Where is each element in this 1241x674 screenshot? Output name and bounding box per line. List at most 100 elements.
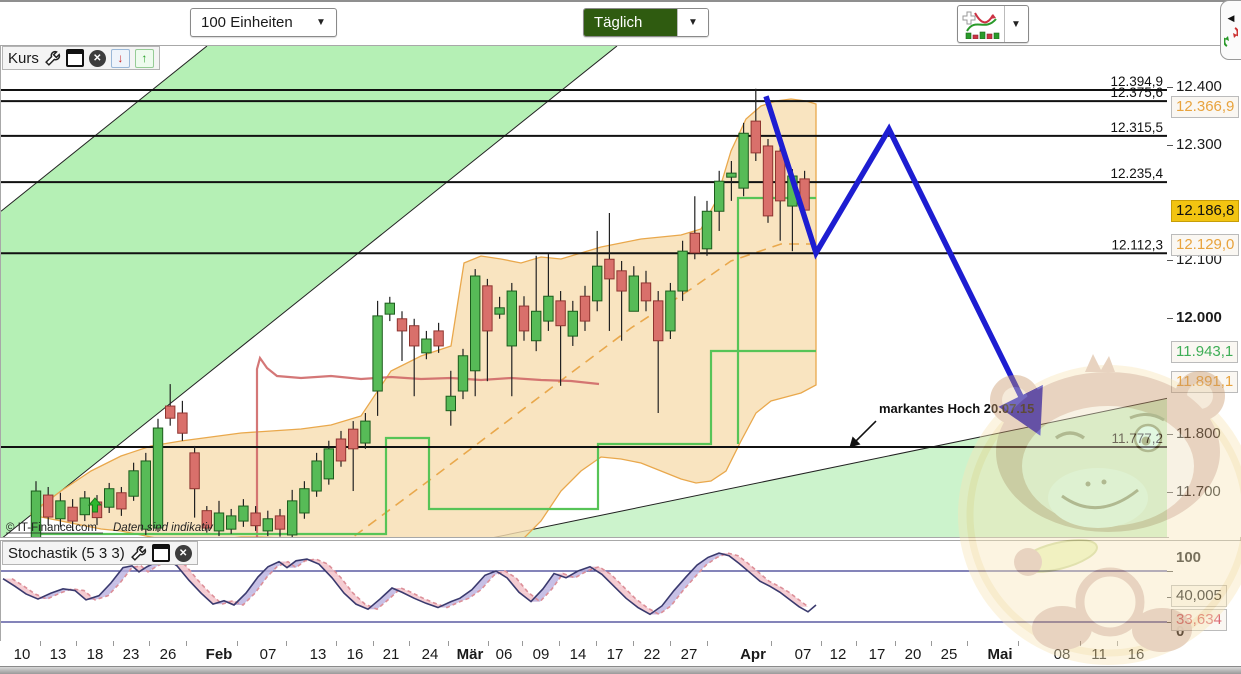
date-tick-label: 11 [1091, 646, 1107, 663]
wrench-icon[interactable] [130, 545, 147, 562]
chevron-down-icon: ▼ [1004, 6, 1027, 42]
close-icon[interactable]: ✕ [89, 50, 106, 67]
date-tick-label: Mai [987, 646, 1012, 663]
close-icon[interactable]: ✕ [175, 545, 192, 562]
axis-tick [771, 641, 772, 646]
date-tick-label: Mär [457, 646, 484, 663]
stoch-tick-label: 100 [1176, 549, 1201, 566]
price-badge: 12.129,0 [1171, 234, 1239, 256]
price-badge: 12.186,8 [1171, 200, 1239, 222]
axis-tick [448, 641, 449, 646]
axis-tick [1167, 492, 1173, 493]
stochastic-pane-title: Stochastik (5 3 3) [8, 545, 125, 562]
date-tick-label: 16 [347, 646, 364, 663]
date-tick-label: 24 [422, 646, 439, 663]
date-tick-label: 25 [941, 646, 958, 663]
period-dropdown-label: Täglich [584, 9, 677, 36]
axis-tick [113, 641, 114, 646]
date-tick-label: 08 [1054, 646, 1071, 663]
date-tick-label: 07 [795, 646, 812, 663]
refresh-arrows-icon [1224, 26, 1238, 48]
price-tick-label: 11.700 [1176, 483, 1221, 500]
chevron-left-icon: ◀ [1228, 13, 1235, 24]
sr-line-label: 12.235,4 [1110, 166, 1163, 181]
axis-tick [40, 641, 41, 646]
date-tick-label: 22 [644, 646, 661, 663]
date-tick-label: 07 [260, 646, 277, 663]
axis-tick [286, 641, 287, 646]
date-tick-label: Feb [206, 646, 233, 663]
axis-tick [76, 641, 77, 646]
collapse-panel-tab[interactable]: ◀ [1220, 0, 1241, 60]
axis-tick [1167, 87, 1173, 88]
chart-type-icon [958, 6, 1004, 42]
stoch-value-badge: 33,634 [1171, 609, 1227, 631]
window-top-edge [0, 0, 1241, 2]
candle [153, 419, 162, 532]
date-tick-label: 16 [1128, 646, 1145, 663]
date-tick-label: 10 [14, 646, 31, 663]
axis-tick [821, 641, 822, 646]
units-dropdown-label: 100 Einheiten [191, 9, 303, 36]
date-tick-label: 23 [123, 646, 140, 663]
axis-tick [237, 641, 238, 646]
axis-tick [707, 641, 708, 646]
price-badge: 12.366,9 [1171, 96, 1239, 118]
date-tick-label: 12 [830, 646, 847, 663]
axis-tick [522, 641, 523, 646]
date-tick-label: 26 [160, 646, 177, 663]
axis-tick [1018, 641, 1019, 646]
date-tick-label: 09 [533, 646, 550, 663]
candle [739, 123, 748, 196]
sr-line-label: 12.375,6 [1110, 85, 1163, 100]
price-axis: 12.40012.30012.10012.00011.80011.70012.3… [1167, 45, 1241, 537]
axis-tick [1167, 318, 1173, 319]
axis-tick [895, 641, 896, 646]
units-dropdown[interactable]: 100 Einheiten ▼ [190, 8, 337, 37]
date-axis: 1013182326Feb0713162124Mär060914172227Ap… [0, 641, 1241, 666]
sr-line-label: 12.315,5 [1110, 120, 1163, 135]
kurs-pane-header: Kurs ✕ ↓ ↑ [2, 46, 160, 70]
stochastic-axis: 100040,00533,634 [1167, 540, 1241, 641]
axis-tick [1167, 571, 1173, 572]
stoch-value-badge: 40,005 [1171, 585, 1227, 607]
window-icon[interactable] [152, 544, 170, 562]
chevron-down-icon: ▼ [677, 9, 708, 36]
kurs-chart-pane[interactable]: 12.394,912.375,612.315,512.235,412.112,3… [0, 45, 1169, 538]
wrench-icon[interactable] [44, 50, 61, 67]
move-up-icon[interactable]: ↑ [135, 49, 154, 68]
date-tick-label: 20 [905, 646, 922, 663]
copyright-label: © IT-Finance.com [6, 522, 97, 534]
axis-tick [1117, 641, 1118, 646]
price-badge: 11.891,1 [1171, 371, 1238, 393]
sr-line-label: 11.777,2 [1111, 431, 1163, 446]
date-tick-label: 21 [383, 646, 400, 663]
window-icon[interactable] [66, 49, 84, 67]
axis-tick [186, 641, 187, 646]
period-dropdown[interactable]: Täglich ▼ [583, 8, 709, 37]
candle [666, 283, 675, 339]
axis-tick [931, 641, 932, 646]
price-tick-label: 12.400 [1176, 78, 1222, 95]
price-tick-label: 12.000 [1176, 309, 1222, 326]
axis-tick [856, 641, 857, 646]
date-tick-label: 14 [570, 646, 587, 663]
kurs-pane-title: Kurs [8, 50, 39, 67]
axis-tick [373, 641, 374, 646]
date-tick-label: 17 [869, 646, 886, 663]
stochastic-pane-header: Stochastik (5 3 3) ✕ [2, 541, 198, 565]
axis-tick [633, 641, 634, 646]
axis-tick [1167, 434, 1173, 435]
candle [763, 139, 772, 223]
axis-tick [336, 641, 337, 646]
axis-tick [1080, 641, 1081, 646]
date-tick-label: 06 [496, 646, 513, 663]
axis-tick [488, 641, 489, 646]
axis-tick [967, 641, 968, 646]
chart-type-button[interactable]: ▼ [957, 5, 1029, 43]
move-down-icon[interactable]: ↓ [111, 49, 130, 68]
chevron-down-icon: ▼ [306, 9, 336, 36]
price-badge: 11.943,1 [1171, 341, 1238, 363]
axis-tick [670, 641, 671, 646]
axis-tick [409, 641, 410, 646]
